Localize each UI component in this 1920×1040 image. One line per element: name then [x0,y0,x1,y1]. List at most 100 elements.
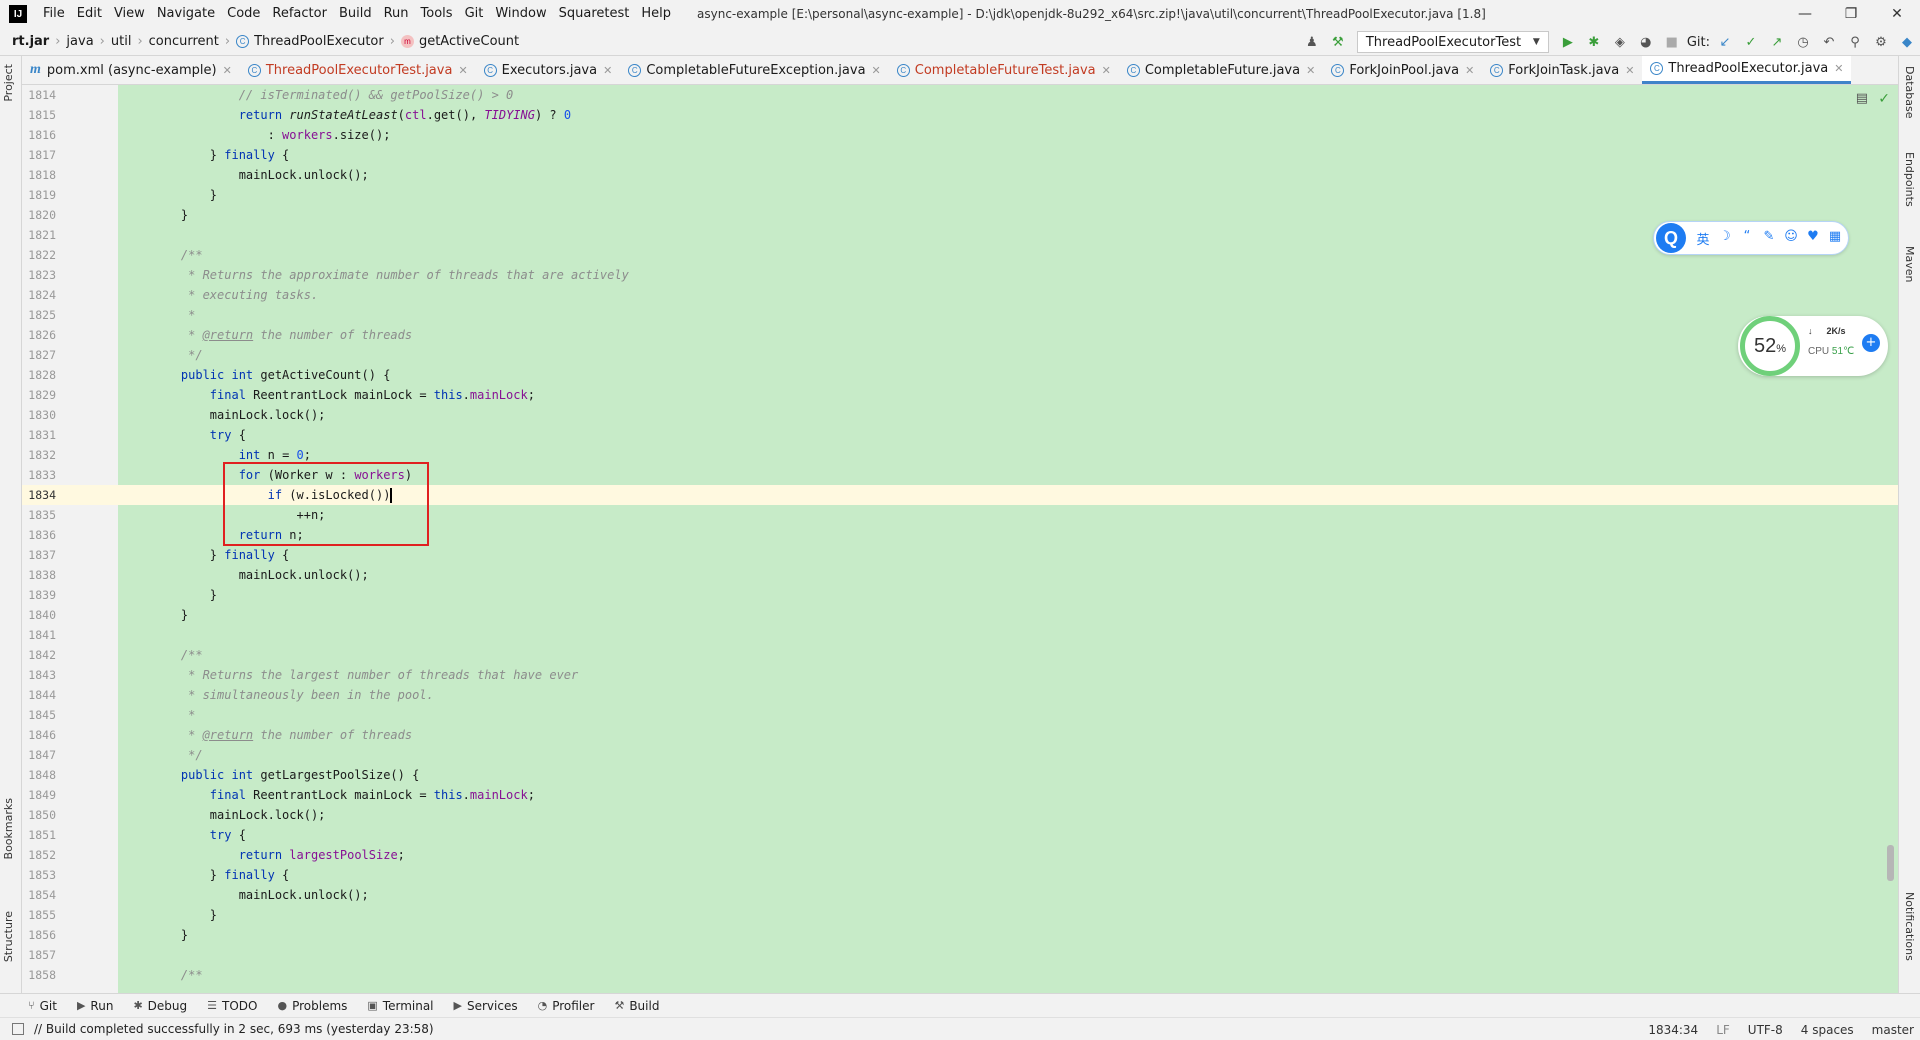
close-tab-icon[interactable]: ✕ [1102,64,1111,77]
code-line[interactable]: 1844 * simultaneously been in the pool. [22,685,1898,705]
code-line[interactable]: 1831 try { [22,425,1898,445]
minimize-icon[interactable]: — [1782,0,1828,28]
editor-tab[interactable]: C Executors.java ✕ [476,56,621,84]
settings-gear-icon[interactable]: ⚙ [1870,31,1892,53]
run-configuration-select[interactable]: ThreadPoolExecutorTest ▼ [1356,31,1549,53]
file-encoding[interactable]: UTF-8 [1748,1023,1783,1037]
editor-tab[interactable]: C CompletableFuture.java ✕ [1119,56,1323,84]
code-line[interactable]: 1826 * @return the number of threads [22,325,1898,345]
close-tab-icon[interactable]: ✕ [1625,64,1634,77]
editor-scrollbar[interactable] [1887,845,1894,881]
menu-git[interactable]: Git [459,0,490,28]
menu-view[interactable]: View [108,0,151,28]
tool-window-build[interactable]: ⚒ Build [614,999,659,1013]
maven-tool-tab[interactable]: Maven [1903,246,1916,282]
editor-tab[interactable]: C ForkJoinTask.java ✕ [1482,56,1642,84]
code-line[interactable]: 1845 * [22,705,1898,725]
code-line[interactable]: 1843 * Returns the largest number of thr… [22,665,1898,685]
emoji-icon[interactable]: ☺ [1780,229,1802,248]
editor-tab[interactable]: C ForkJoinPool.java ✕ [1323,56,1482,84]
close-tab-icon[interactable]: ✕ [458,64,467,77]
code-line[interactable]: 1840 } [22,605,1898,625]
structure-tool-tab[interactable]: Structure [2,911,15,962]
punctuation-icon[interactable]: “ [1736,229,1758,248]
breadcrumb-method[interactable]: getActiveCount [419,34,519,49]
tool-window-git[interactable]: ⑂ Git [28,999,57,1013]
bookmarks-tool-tab[interactable]: Bookmarks [2,798,15,859]
git-update-icon[interactable]: ↙ [1714,31,1736,53]
git-commit-icon[interactable]: ✓ [1740,31,1762,53]
code-line[interactable]: 1852 return largestPoolSize; [22,845,1898,865]
cpu-monitor-widget[interactable]: 52% ↓ 2K/s CPU 51℃ + [1738,316,1888,376]
code-line[interactable]: 1822 /** [22,245,1898,265]
wrench-icon[interactable]: ✎ [1758,229,1780,248]
breadcrumb-util[interactable]: util [111,34,132,49]
close-icon[interactable]: ✕ [1874,0,1920,28]
code-line[interactable]: 1816 : workers.size(); [22,125,1898,145]
code-line[interactable]: 1820 } [22,205,1898,225]
code-line[interactable]: 1825 * [22,305,1898,325]
close-tab-icon[interactable]: ✕ [872,64,881,77]
search-icon[interactable]: ⚲ [1844,31,1866,53]
code-line[interactable]: 1814 // isTerminated() && getPoolSize() … [22,85,1898,105]
line-separator[interactable]: LF [1716,1023,1730,1037]
indent-setting[interactable]: 4 spaces [1801,1023,1854,1037]
profile-icon[interactable]: ◕ [1635,31,1657,53]
caret-position[interactable]: 1834:34 [1648,1023,1698,1037]
editor-tab[interactable]: C CompletableFutureException.java ✕ [620,56,888,84]
code-line[interactable]: 1846 * @return the number of threads [22,725,1898,745]
close-tab-icon[interactable]: ✕ [223,64,232,77]
status-message[interactable]: // Build completed successfully in 2 sec… [34,1022,434,1036]
code-line[interactable]: 1827 */ [22,345,1898,365]
menu-code[interactable]: Code [221,0,266,28]
close-tab-icon[interactable]: ✕ [603,64,612,77]
close-tab-icon[interactable]: ✕ [1465,64,1474,77]
rollback-icon[interactable]: ↶ [1818,31,1840,53]
plus-icon[interactable]: + [1862,334,1880,352]
toolbox-icon[interactable]: ◆ [1896,31,1918,53]
code-line[interactable]: 1842 /** [22,645,1898,665]
code-line[interactable]: 1839 } [22,585,1898,605]
code-line[interactable]: 1821 [22,225,1898,245]
endpoints-tool-tab[interactable]: Endpoints [1903,152,1916,207]
tool-window-run[interactable]: ▶ Run [77,999,113,1013]
editor-tab[interactable]: C ThreadPoolExecutorTest.java ✕ [240,56,476,84]
breadcrumb-class[interactable]: ThreadPoolExecutor [254,34,384,49]
code-line[interactable]: 1828 public int getActiveCount() { [22,365,1898,385]
ime-logo-icon[interactable]: Q [1656,223,1686,253]
close-tab-icon[interactable]: ✕ [1834,62,1843,75]
menu-window[interactable]: Window [489,0,552,28]
code-line[interactable]: 1856 } [22,925,1898,945]
code-line[interactable]: 1819 } [22,185,1898,205]
code-line[interactable]: 1824 * executing tasks. [22,285,1898,305]
code-editor[interactable]: 1814 // isTerminated() && getPoolSize() … [22,85,1898,993]
code-line[interactable]: 1818 mainLock.unlock(); [22,165,1898,185]
layout-toggle-icon[interactable] [12,1023,24,1035]
code-line[interactable]: 1830 mainLock.lock(); [22,405,1898,425]
grid-menu-icon[interactable]: ▦ [1824,229,1846,248]
breadcrumb-java[interactable]: java [66,34,93,49]
tool-window-debug[interactable]: ✱ Debug [133,999,187,1013]
menu-navigate[interactable]: Navigate [151,0,221,28]
history-icon[interactable]: ◷ [1792,31,1814,53]
inspection-ok-icon[interactable]: ✓ [1878,91,1890,107]
code-line[interactable]: 1817 } finally { [22,145,1898,165]
reader-mode-icon[interactable]: ▤ [1856,91,1868,106]
maximize-icon[interactable]: ❐ [1828,0,1874,28]
code-line[interactable]: 1823 * Returns the approximate number of… [22,265,1898,285]
code-line[interactable]: 1851 try { [22,825,1898,845]
code-line[interactable]: 1829 final ReentrantLock mainLock = this… [22,385,1898,405]
debug-icon[interactable]: ✱ [1583,31,1605,53]
ime-toolbar[interactable]: Q 英 ☽ “✎ ☺ ♥ ▦ [1653,221,1849,255]
menu-edit[interactable]: Edit [71,0,108,28]
editor-tab[interactable]: C ThreadPoolExecutor.java ✕ [1642,56,1852,84]
code-line[interactable]: 1858 /** [22,965,1898,985]
code-line[interactable]: 1854 mainLock.unlock(); [22,885,1898,905]
code-line[interactable]: 1848 public int getLargestPoolSize() { [22,765,1898,785]
code-line[interactable]: 1849 final ReentrantLock mainLock = this… [22,785,1898,805]
moon-icon[interactable]: ☽ [1714,229,1736,248]
menu-refactor[interactable]: Refactor [266,0,333,28]
tool-window-todo[interactable]: ☰ TODO [207,999,257,1013]
language-toggle-icon[interactable]: 英 [1692,229,1714,248]
menu-file[interactable]: File [37,0,71,28]
